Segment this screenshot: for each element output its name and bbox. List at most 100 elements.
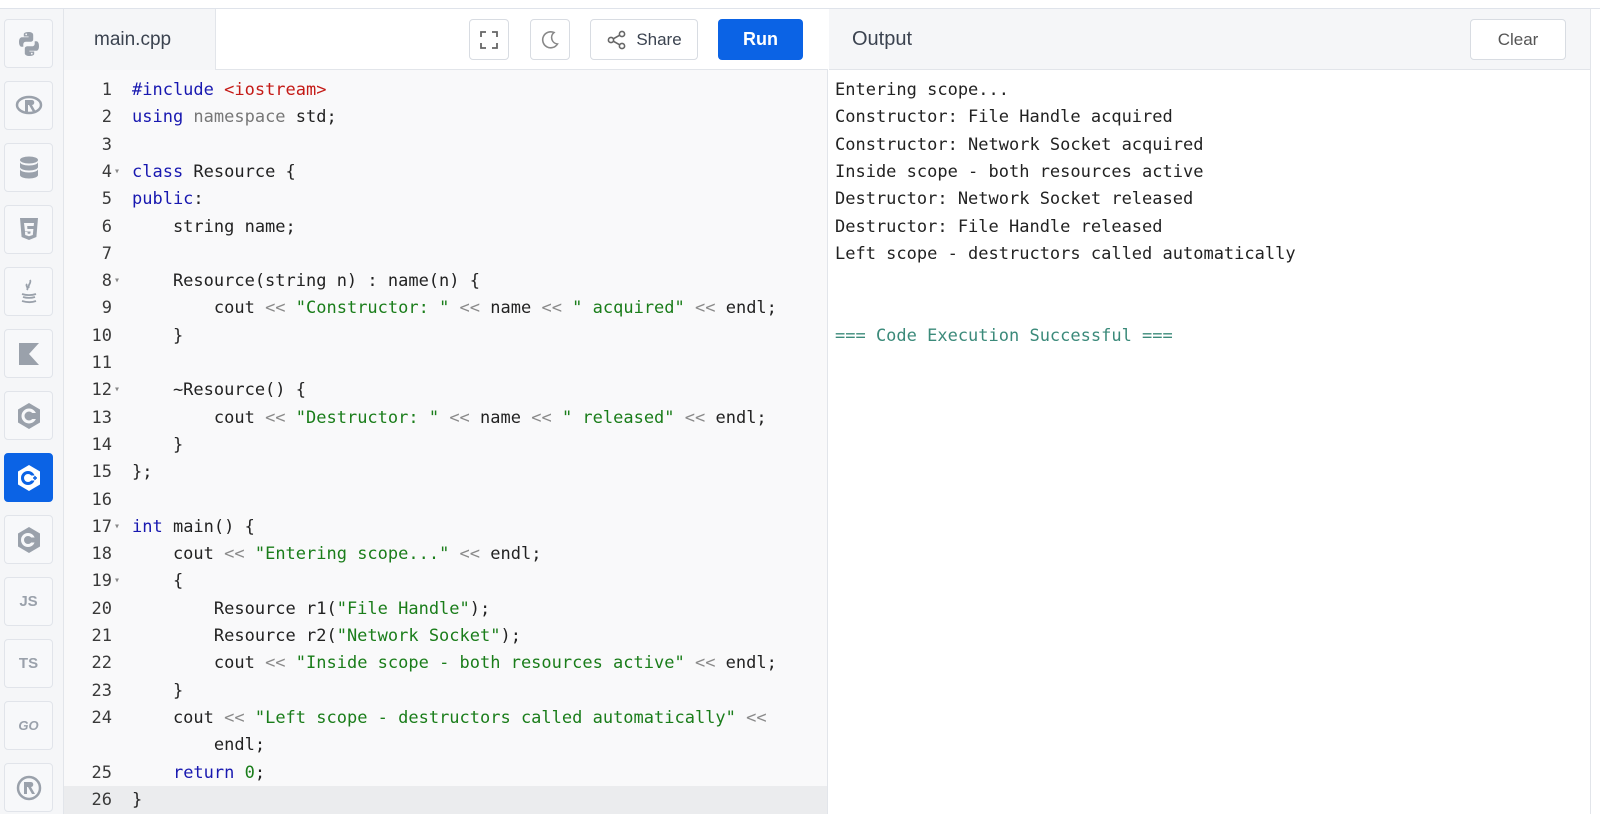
line-number: 12	[91, 380, 112, 401]
code-text: using namespace std;	[132, 103, 337, 131]
code-text: }	[132, 431, 183, 459]
code-token: {	[132, 571, 184, 592]
code-text: endl;	[132, 731, 265, 759]
line-number: 8	[101, 271, 112, 292]
code-text: {	[132, 567, 183, 595]
output-line: Entering scope...	[835, 80, 1009, 100]
python-icon[interactable]	[4, 19, 53, 68]
code-line: 2 using namespace std;	[64, 103, 827, 131]
line-number: 3	[101, 134, 112, 155]
share-icon	[607, 30, 626, 49]
line-number: 17	[91, 516, 112, 537]
code-line: 15};	[64, 458, 827, 486]
java-icon[interactable]	[4, 267, 53, 316]
code-token: return	[172, 762, 245, 783]
code-text: Resource(string n) : name(n) {	[132, 267, 480, 295]
output-line: Inside scope - both resources active	[835, 161, 1204, 182]
code-line: 3	[64, 131, 827, 159]
code-token: cout	[132, 653, 266, 674]
fold-arrow-icon[interactable]: ▾	[114, 376, 126, 404]
clear-button[interactable]: Clear	[1470, 19, 1566, 60]
code-line: 17 ▾ int main() {	[64, 513, 827, 541]
code-token: "Inside scope - both resources active"	[295, 653, 695, 674]
code-text: cout << "Destructor: " << name << " rele…	[132, 404, 767, 432]
code-token: <<	[224, 707, 255, 728]
fold-arrow-icon[interactable]: ▾	[114, 567, 126, 595]
code-editor[interactable]: 1 #include <iostream> 2 using namespace std…	[64, 70, 828, 814]
line-number: 13	[91, 407, 112, 428]
line-number: 23	[91, 680, 112, 701]
code-token: namespace	[193, 107, 296, 128]
code-token: cout	[132, 707, 225, 728]
code-text: public:	[132, 185, 204, 213]
javascript-icon[interactable]: JS	[4, 577, 53, 626]
typescript-icon[interactable]: TS	[4, 639, 53, 688]
run-button[interactable]: Run	[718, 19, 803, 60]
code-text: string name;	[132, 213, 296, 241]
dark-mode-button[interactable]	[530, 19, 570, 60]
code-line: 23 }	[64, 677, 827, 705]
code-token: }	[132, 434, 184, 455]
cpp-icon[interactable]	[4, 453, 53, 502]
code-token: public	[132, 189, 194, 210]
code-token: endl;	[715, 407, 767, 428]
code-token: std;	[295, 107, 337, 128]
code-line: 24 cout << "Left scope - destructors cal…	[64, 704, 827, 732]
code-token: }	[132, 325, 184, 346]
line-number: 25	[91, 762, 112, 783]
fullscreen-button[interactable]	[469, 19, 509, 60]
html5-icon[interactable]	[4, 205, 53, 254]
code-token: #include	[132, 80, 225, 100]
code-token: :	[193, 189, 204, 210]
code-line: 10 }	[64, 322, 827, 350]
line-number: 6	[101, 216, 112, 237]
code-text: cout << "Left scope - destructors called…	[132, 704, 767, 732]
code-line: 21 Resource r2("Network Socket");	[64, 622, 827, 650]
csharp-icon[interactable]	[4, 515, 53, 564]
line-number: 4	[101, 161, 112, 182]
sql-icon[interactable]	[4, 143, 53, 192]
code-token: };	[132, 462, 153, 483]
fold-arrow-icon[interactable]: ▾	[114, 267, 126, 295]
r-icon[interactable]	[4, 81, 53, 130]
file-tab-main-cpp[interactable]: main.cpp	[64, 9, 216, 70]
code-line: 8 ▾ Resource(string n) : name(n) {	[64, 267, 827, 295]
code-line: 1 #include <iostream>	[64, 76, 827, 104]
code-token: ~Resource() {	[132, 380, 306, 401]
code-token: "Entering scope..."	[254, 544, 460, 565]
rust-icon[interactable]	[4, 763, 53, 812]
code-token: " acquired"	[572, 298, 695, 319]
output-line: Destructor: Network Socket released	[835, 189, 1194, 210]
code-token: <<	[746, 707, 767, 728]
line-number: 18	[91, 544, 112, 565]
c-icon[interactable]	[4, 391, 53, 440]
go-icon[interactable]: GO	[4, 701, 53, 750]
code-token: 0	[244, 762, 255, 783]
fold-arrow-icon[interactable]: ▾	[114, 158, 126, 186]
code-token: cout	[132, 407, 266, 428]
code-text: Resource r2("Network Socket");	[132, 622, 521, 650]
code-token: <<	[449, 407, 481, 428]
code-token: "File Handle"	[336, 598, 470, 619]
fold-arrow-icon[interactable]: ▾	[114, 513, 126, 541]
language-sidebar: JS TS GO	[0, 9, 64, 814]
kotlin-icon[interactable]	[4, 329, 53, 378]
code-line: 13 cout << "Destructor: " << name << " r…	[64, 404, 827, 432]
code-line: 20 Resource r1("File Handle");	[64, 595, 827, 623]
code-line: 4 ▾ class Resource {	[64, 158, 827, 186]
code-token: }	[132, 789, 143, 810]
share-button[interactable]: Share	[590, 19, 698, 60]
code-token: <<	[265, 653, 296, 674]
output-title: Output	[852, 28, 913, 50]
code-line: 11	[64, 349, 827, 377]
line-number: 1	[101, 80, 112, 100]
line-number: 22	[91, 653, 112, 674]
code-token: "Left scope - destructors called automat…	[254, 707, 747, 728]
code-line: 19 ▾ {	[64, 567, 827, 595]
right-edge	[1590, 9, 1600, 814]
line-number: 16	[91, 489, 112, 510]
code-token: name	[480, 407, 532, 428]
code-line: 14 }	[64, 431, 827, 459]
code-text: cout << "Constructor: " << name << " acq…	[132, 294, 777, 322]
